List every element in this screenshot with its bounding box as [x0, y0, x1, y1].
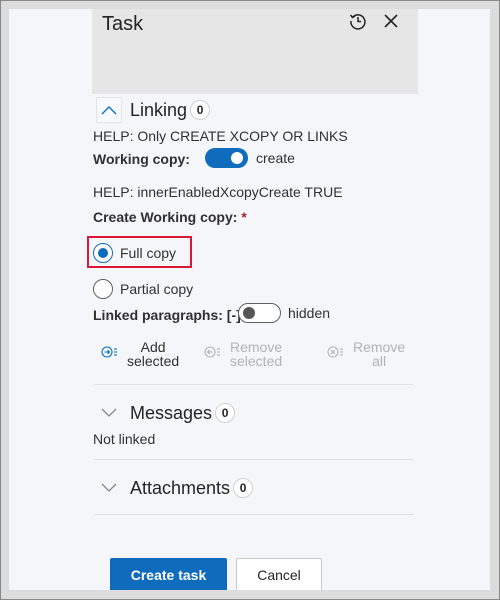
help-text-1: HELP: Only CREATE XCOPY OR LINKS	[93, 128, 348, 144]
add-selected-line2: selected	[127, 353, 180, 369]
add-selected-line1: Add	[140, 339, 166, 355]
toggle-knob	[231, 152, 243, 164]
toggle-knob	[243, 307, 255, 319]
remove-all-line2: all	[372, 353, 387, 369]
remove-all-button[interactable]: Remove all	[327, 340, 405, 368]
chevron-down-icon[interactable]	[96, 400, 122, 426]
linking-count-badge: 0	[190, 100, 211, 120]
window-border	[0, 0, 1, 600]
window-border	[0, 0, 500, 1]
section-divider	[94, 459, 413, 460]
messages-count-badge: 0	[215, 403, 236, 423]
page-title: Task	[102, 13, 144, 35]
remove-selected-icon	[204, 346, 220, 358]
linked-paragraphs-toggle[interactable]	[238, 303, 281, 323]
create-task-button[interactable]: Create task	[110, 558, 227, 592]
working-copy-label: Working copy:	[93, 151, 190, 167]
section-divider	[94, 514, 413, 515]
remove-selected-line2: selected	[230, 353, 283, 369]
create-working-copy-text: Create Working copy:	[93, 209, 238, 225]
task-panel	[9, 9, 490, 590]
working-copy-toggle-text: create	[256, 150, 295, 166]
radio-full-copy-label[interactable]: Full copy	[120, 245, 176, 261]
remove-all-icon	[327, 346, 343, 358]
messages-label: Messages	[130, 402, 213, 423]
attachments-label: Attachments	[130, 477, 231, 498]
radio-partial-copy[interactable]	[93, 279, 113, 299]
linked-paragraphs-label: Linked paragraphs: [-]	[93, 307, 241, 323]
remove-selected-button[interactable]: Remove selected	[204, 340, 282, 368]
linking-section-header[interactable]: Linking 0	[96, 97, 211, 123]
messages-section-header[interactable]: Messages 0	[96, 400, 236, 426]
remove-selected-label: Remove selected	[230, 340, 282, 368]
add-selected-button[interactable]: Add selected	[101, 340, 179, 368]
remove-selected-line1: Remove	[230, 339, 283, 355]
chevron-up-icon[interactable]	[96, 97, 122, 123]
working-copy-toggle[interactable]	[205, 148, 248, 168]
task-header: Task	[92, 9, 418, 94]
radio-partial-copy-label[interactable]: Partial copy	[120, 281, 193, 297]
messages-status: Not linked	[93, 431, 156, 447]
linked-paragraphs-toggle-text: hidden	[288, 305, 331, 321]
chevron-down-icon[interactable]	[96, 475, 122, 501]
attachments-section-header[interactable]: Attachments 0	[96, 475, 254, 501]
close-icon[interactable]	[380, 10, 402, 32]
linking-label: Linking	[130, 99, 188, 120]
section-divider	[94, 384, 413, 385]
add-selected-label: Add selected	[127, 340, 179, 368]
attachments-count-badge: 0	[233, 478, 254, 498]
remove-all-label: Remove all	[353, 340, 405, 368]
remove-all-line1: Remove	[353, 339, 406, 355]
radio-full-copy[interactable]	[93, 243, 113, 263]
history-icon[interactable]	[347, 10, 369, 32]
cancel-button[interactable]: Cancel	[236, 558, 322, 592]
required-mark: *	[241, 209, 247, 225]
add-selected-icon	[101, 346, 117, 358]
help-text-2: HELP: innerEnabledXcopyCreate TRUE	[93, 184, 343, 200]
create-working-copy-label: Create Working copy: *	[93, 209, 247, 225]
